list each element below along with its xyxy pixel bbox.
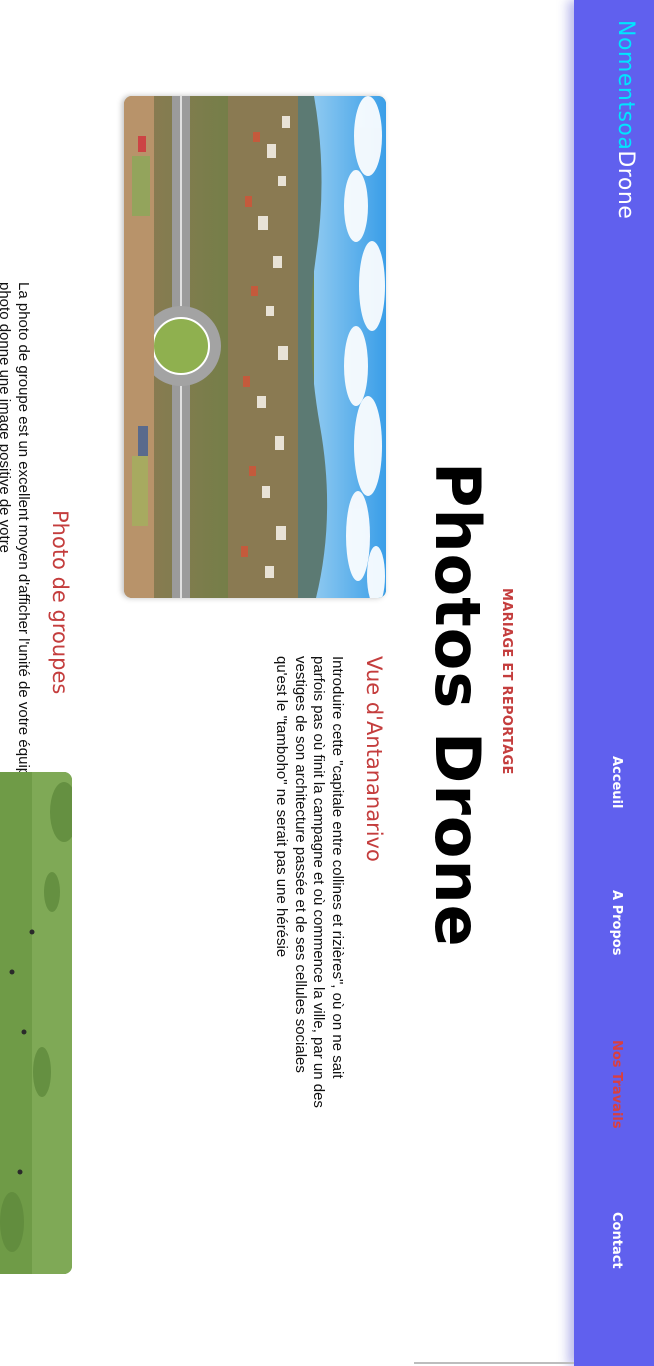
nav-link-nos-travails[interactable]: Nos Travails: [609, 1040, 624, 1129]
nav-link-acceuil[interactable]: Acceuil: [609, 756, 624, 808]
section-heading-groupes: Photo de groupes: [48, 510, 72, 695]
page: NomentsoaDrone Acceuil A Propos Nos Trav…: [0, 0, 654, 1366]
section-heading-antananarivo: Vue d'Antananarivo: [362, 656, 386, 862]
group-photo: [0, 772, 72, 1274]
section-kicker: MARIAGE ET REPORTAGE: [499, 588, 514, 775]
nav-link-a-propos[interactable]: A Propos: [609, 890, 624, 955]
antananarivo-aerial-photo: [124, 96, 386, 598]
brand-name-part1: Nomentsoa: [613, 20, 638, 151]
section-paragraph-groupes: La photo de groupe est un excellent moye…: [0, 282, 32, 833]
brand-logo[interactable]: NomentsoaDrone: [613, 20, 638, 219]
page-title: Photos Drone: [421, 462, 494, 948]
navbar: NomentsoaDrone Acceuil A Propos Nos Trav…: [574, 0, 654, 1366]
scrollbar[interactable]: [414, 1362, 574, 1364]
nav-link-contact[interactable]: Contact: [609, 1212, 624, 1269]
section-paragraph-antananarivo: Introduire cette "capitale entre colline…: [273, 656, 347, 1108]
brand-name-part2: Drone: [613, 150, 638, 220]
